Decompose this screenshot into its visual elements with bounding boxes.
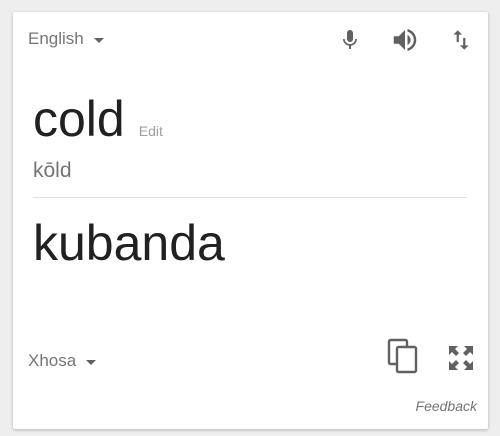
target-language-label: Xhosa (28, 351, 77, 370)
swap-languages-icon (448, 27, 474, 53)
translated-text: kubanda (33, 215, 225, 271)
source-language-selector[interactable]: English (28, 29, 104, 49)
edit-link[interactable]: Edit (139, 123, 163, 139)
target-language-selector[interactable]: Xhosa (28, 351, 97, 371)
source-transliteration: kōld (33, 159, 72, 182)
microphone-icon (338, 28, 362, 52)
listen-button[interactable] (389, 24, 421, 56)
fullscreen-icon (447, 344, 475, 372)
source-language-label: English (28, 29, 84, 48)
divider (33, 197, 467, 198)
fullscreen-button[interactable] (445, 342, 477, 374)
feedback-link[interactable]: Feedback (416, 398, 477, 414)
copy-button[interactable] (387, 338, 419, 374)
translation-card: English cold Edit kōld kubanda Xhosa Fee… (13, 12, 488, 429)
speaker-icon (390, 25, 420, 55)
swap-languages-button[interactable] (445, 24, 477, 56)
chevron-down-icon (93, 37, 104, 43)
microphone-button[interactable] (334, 24, 366, 56)
source-text-row: cold Edit (33, 94, 163, 144)
chevron-down-icon (86, 359, 97, 365)
copy-icon (387, 338, 419, 374)
source-text: cold (33, 91, 125, 147)
